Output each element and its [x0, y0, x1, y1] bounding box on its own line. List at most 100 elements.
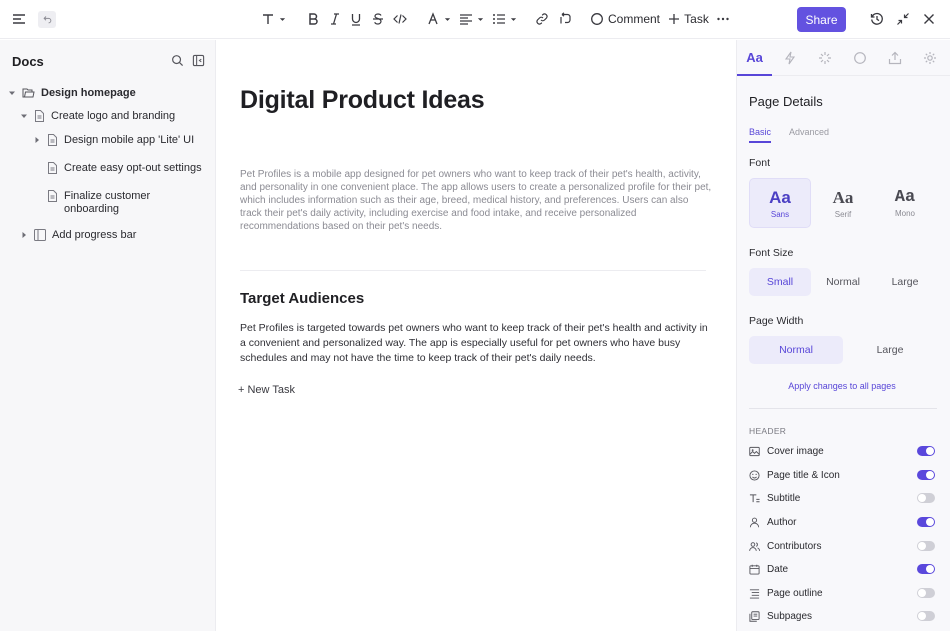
- align-button[interactable]: [457, 8, 485, 30]
- collapse-button[interactable]: [894, 8, 912, 30]
- folder-open-icon: [22, 88, 35, 98]
- undo-button[interactable]: [38, 11, 56, 28]
- apply-all-pages-link[interactable]: Apply changes to all pages: [737, 381, 947, 391]
- subtab-basic[interactable]: Basic: [749, 127, 771, 137]
- option-label: Subpages: [767, 610, 813, 622]
- sidebar-item-design-mobile-app[interactable]: Design mobile app 'Lite' UI: [33, 134, 194, 147]
- ellipsis-icon: [717, 17, 729, 21]
- board-icon: [34, 229, 46, 241]
- sidebar-item-label: Create logo and branding: [51, 110, 176, 122]
- font-label: Font: [749, 157, 771, 169]
- list-button[interactable]: [490, 8, 518, 30]
- subtitle-toggle[interactable]: [917, 493, 935, 503]
- share-button[interactable]: Share: [797, 7, 846, 32]
- font-option-label: Mono: [894, 209, 915, 218]
- sidebar-item-design-homepage[interactable]: Design homepage: [8, 87, 136, 100]
- document-icon: [48, 162, 57, 174]
- sidebar-title: Docs: [12, 54, 44, 69]
- page-outline-toggle[interactable]: [917, 588, 935, 598]
- option-cover-image: Cover image: [749, 443, 935, 459]
- bold-button[interactable]: [305, 8, 321, 30]
- sidebar-item-label: Finalize customer onboarding: [64, 190, 151, 215]
- history-icon: [870, 12, 883, 25]
- tab-ai[interactable]: [807, 40, 842, 76]
- sidebar-item-label: Design mobile app 'Lite' UI: [64, 134, 195, 146]
- search-icon[interactable]: [171, 54, 185, 68]
- close-button[interactable]: [920, 8, 938, 30]
- tab-automation[interactable]: [772, 40, 807, 76]
- panel-tabs: Aa: [737, 40, 950, 76]
- task-label: Task: [684, 12, 709, 26]
- sidebar-item-progress-bar[interactable]: Add progress bar: [20, 229, 136, 242]
- page-title-icon-toggle[interactable]: [917, 470, 935, 480]
- new-task-button[interactable]: + New Task: [238, 384, 295, 396]
- sidebar-item-create-logo[interactable]: Create logo and branding: [20, 110, 175, 123]
- subtab-advanced[interactable]: Advanced: [789, 127, 829, 137]
- menu-icon[interactable]: [10, 8, 28, 30]
- align-left-icon: [459, 14, 472, 25]
- font-option-mono[interactable]: Aa Mono: [874, 178, 936, 228]
- option-subpages: Subpages: [749, 608, 935, 624]
- option-page-title-icon: Page title & Icon: [749, 467, 935, 483]
- tab-export[interactable]: [877, 40, 912, 76]
- subtab-indicator: [749, 141, 771, 143]
- smiley-icon: [749, 469, 760, 481]
- subpages-toggle[interactable]: [917, 611, 935, 621]
- link-button[interactable]: [533, 8, 551, 30]
- date-toggle[interactable]: [917, 564, 935, 574]
- header-section-label: HEADER: [749, 426, 787, 436]
- top-toolbar: Comment Task Share: [0, 0, 950, 39]
- history-button[interactable]: [868, 8, 886, 30]
- text-icon: [749, 493, 760, 502]
- tab-text-format[interactable]: Aa: [737, 40, 772, 76]
- font-size-large[interactable]: Large: [874, 268, 936, 296]
- comment-label: Comment: [607, 12, 660, 26]
- font-size-small[interactable]: Small: [749, 268, 811, 296]
- embed-button[interactable]: [556, 8, 574, 30]
- divider: [749, 408, 937, 409]
- font-option-sans[interactable]: Aa Sans: [749, 178, 811, 228]
- chevron-down-icon: [477, 17, 483, 21]
- bold-icon: [309, 13, 318, 25]
- more-options-button[interactable]: [714, 8, 732, 30]
- chevron-down-icon: [510, 17, 516, 21]
- sidebar-item-label: Add progress bar: [52, 229, 137, 241]
- page-subtitle[interactable]: Pet Profiles is a mobile app designed fo…: [240, 168, 712, 233]
- subpages-icon: [749, 610, 760, 622]
- page-width-large[interactable]: Large: [843, 336, 937, 364]
- tab-comments[interactable]: [842, 40, 877, 76]
- page-title[interactable]: Digital Product Ideas: [240, 86, 485, 115]
- author-toggle[interactable]: [917, 517, 935, 527]
- task-button[interactable]: Task: [666, 8, 710, 30]
- sidebar-item-opt-out-settings[interactable]: Create easy opt-out settings: [47, 162, 202, 175]
- font-sample: Aa: [894, 188, 916, 207]
- option-label: Page outline: [767, 587, 823, 599]
- outline-icon: [749, 588, 760, 599]
- sidebar-item-customer-onboarding[interactable]: Finalize customer onboarding: [47, 190, 155, 216]
- code-button[interactable]: [391, 8, 409, 30]
- contributors-toggle[interactable]: [917, 541, 935, 551]
- section-body[interactable]: Pet Profiles is targeted towards pet own…: [240, 321, 712, 366]
- document-icon: [48, 190, 57, 202]
- users-icon: [749, 541, 760, 551]
- gear-icon: [923, 52, 936, 64]
- page-details-panel: Aa Page Details Basic Advanced Font Aa S…: [736, 40, 950, 631]
- underline-button[interactable]: [348, 8, 364, 30]
- comment-button[interactable]: Comment: [590, 8, 660, 30]
- text-color-button[interactable]: [424, 8, 452, 30]
- sidebar-toggle-icon[interactable]: [192, 54, 206, 68]
- cover-image-toggle[interactable]: [917, 446, 935, 456]
- tab-settings[interactable]: [912, 40, 947, 76]
- caret-right-icon: [22, 232, 26, 238]
- font-option-label: Serif: [834, 209, 852, 219]
- section-heading[interactable]: Target Audiences: [240, 290, 364, 307]
- italic-button[interactable]: [327, 8, 343, 30]
- strikethrough-button[interactable]: [370, 8, 386, 30]
- docs-sidebar: Docs Design homepage Create logo and bra…: [0, 40, 216, 631]
- font-option-serif[interactable]: Aa Serif: [812, 178, 874, 228]
- comment-icon: [853, 52, 866, 64]
- text-style-button[interactable]: [258, 8, 288, 30]
- page-width-normal[interactable]: Normal: [749, 336, 843, 364]
- option-label: Date: [767, 563, 789, 575]
- font-size-normal[interactable]: Normal: [812, 268, 874, 296]
